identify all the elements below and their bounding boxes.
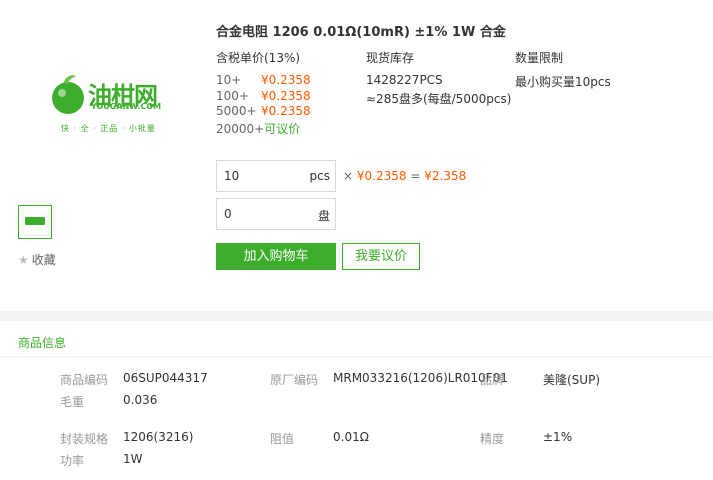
quantity-value: 10 [224, 169, 240, 183]
spec-value: ±1% [543, 430, 573, 444]
spec-label: 功率 [60, 454, 85, 468]
spec-label: 原厂编码 [270, 373, 319, 387]
section-separator [0, 311, 713, 321]
price-tier: 5000+ ¥0.2358 [216, 104, 311, 118]
price-header: 含税单价(13%) [216, 51, 301, 65]
tier-qty: 10+ [216, 73, 242, 87]
stock-info: 1428227PCS ≈285盘多(每盘/5000pcs) [366, 73, 511, 107]
spec-value: 06SUP044317 [123, 371, 208, 385]
product-thumbnail[interactable] [18, 205, 52, 239]
divider [0, 356, 713, 357]
tier-qty: 20000+ [216, 122, 265, 136]
request-quote-button[interactable]: 我要议价 [342, 243, 420, 270]
spec-value: 0.01Ω [333, 430, 369, 444]
thumbnail-image [25, 217, 45, 225]
add-to-cart-button[interactable]: 加入购物车 [216, 243, 336, 270]
price-tier: 10+ ¥0.2358 [216, 73, 311, 87]
stock-quantity: 1428227PCS [366, 73, 443, 87]
spec-label: 品牌 [480, 373, 505, 387]
price-calculation: × ¥0.2358 = ¥2.358 [343, 169, 466, 183]
favorite-label: 收藏 [31, 253, 56, 267]
product-title: 合金电阻 1206 0.01Ω(10mR) ±1% 1W 合金 [216, 25, 506, 40]
stock-reels: ≈285盘多(每盘/5000pcs) [366, 92, 512, 106]
tier-qty: 100+ [216, 89, 249, 103]
spec-value: 美隆(SUP) [543, 373, 601, 387]
purchase-limit: 最小购买量10pcs [515, 75, 611, 89]
quantity-input[interactable]: 10 pcs [216, 160, 336, 192]
tier-price: ¥0.2358 [261, 89, 311, 103]
reel-value: 0 [224, 207, 232, 221]
star-icon: ★ [18, 253, 29, 267]
site-logo[interactable]: 油柑网 YOUGANW.COM 快 · 全 · 正品 · 小批量 [50, 72, 170, 134]
tier-qty: 5000+ [216, 104, 257, 118]
reel-unit: 盘 [317, 209, 330, 223]
spec-label: 精度 [480, 432, 505, 446]
total-price: ¥2.358 [424, 169, 467, 183]
tier-price: ¥0.2358 [261, 73, 311, 87]
spec-value: 0.036 [123, 393, 158, 407]
spec-label: 商品编码 [60, 373, 109, 387]
quantity-unit: pcs [309, 169, 330, 183]
price-tier: 100+ ¥0.2358 [216, 89, 311, 103]
equals-sign: = [410, 169, 421, 183]
spec-label: 毛重 [60, 395, 85, 409]
limit-header: 数量限制 [515, 51, 564, 65]
reel-quantity-input[interactable]: 0 盘 [216, 198, 336, 230]
favorite-button[interactable]: ★ 收藏 [18, 251, 56, 268]
price-tier: 20000+可议价 [216, 120, 300, 137]
logo-slogan: 快 · 全 · 正品 · 小批量 [61, 124, 156, 133]
unit-price: ¥0.2358 [356, 169, 407, 183]
logo-fruit-icon [52, 75, 84, 114]
tier-price: ¥0.2358 [261, 104, 311, 118]
logo-domain-text: YOUGANW.COM [91, 102, 162, 111]
spec-value: 1W [123, 452, 143, 466]
product-info-title: 商品信息 [18, 336, 67, 350]
spec-label: 封装规格 [60, 432, 109, 446]
spec-label: 阻值 [270, 432, 295, 446]
stock-header: 现货库存 [366, 51, 415, 65]
times-sign: × [343, 169, 354, 183]
negotiable-price-link[interactable]: 可议价 [264, 122, 300, 136]
spec-value: 1206(3216) [123, 430, 194, 444]
